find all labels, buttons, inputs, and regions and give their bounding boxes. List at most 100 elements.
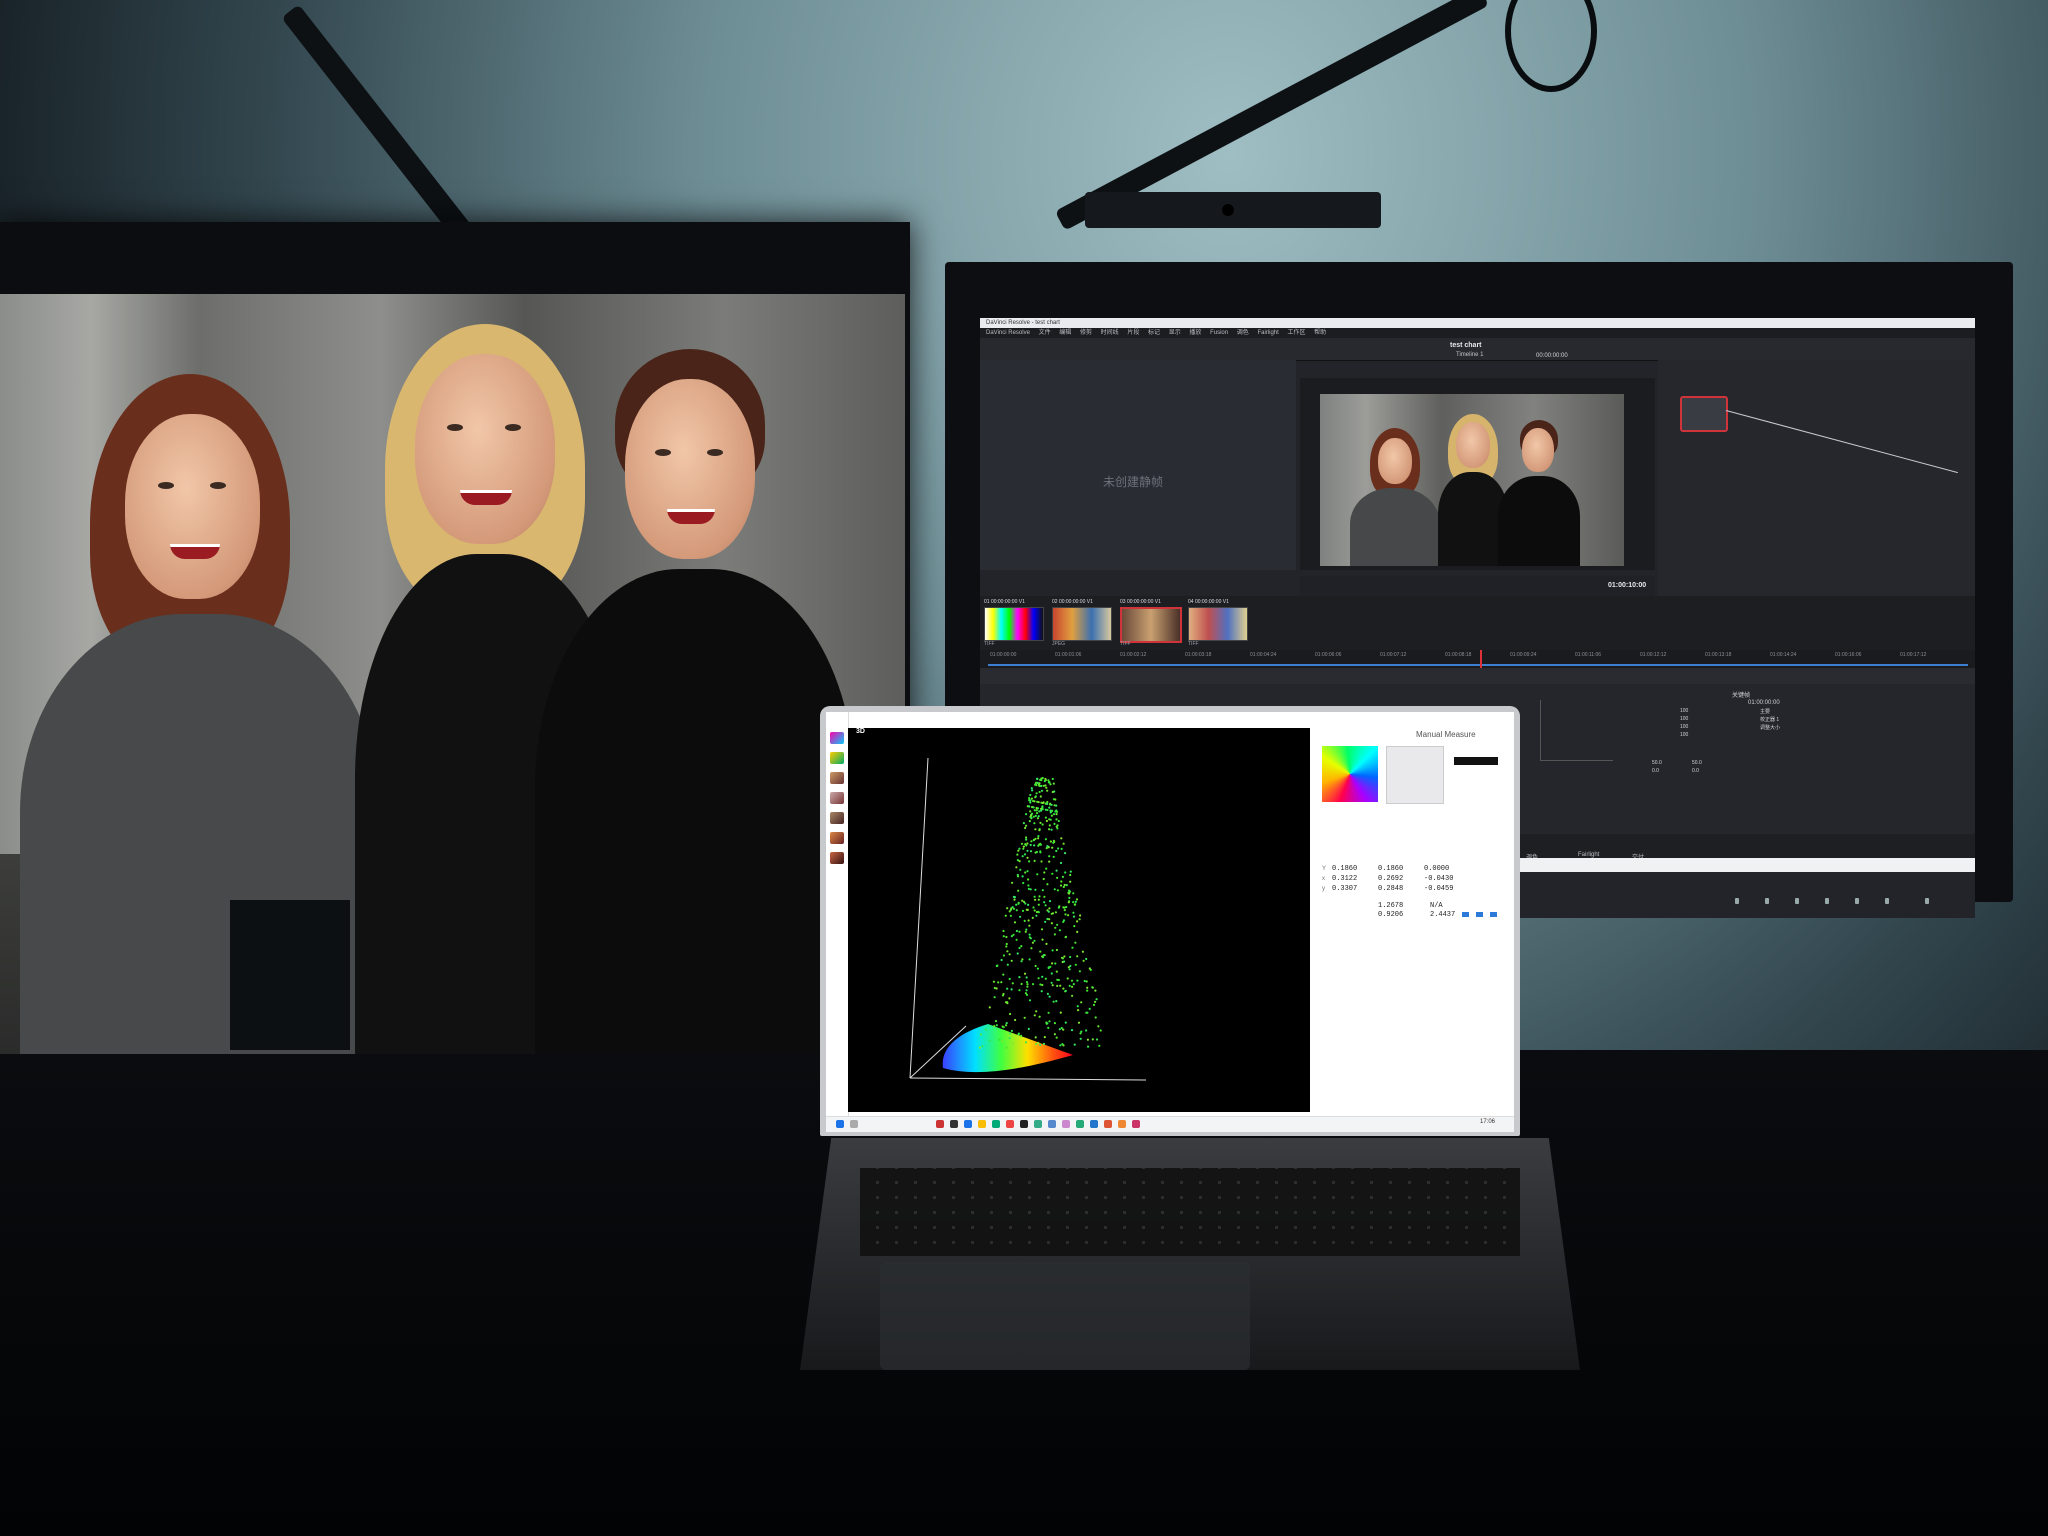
monitor-button[interactable] bbox=[1885, 898, 1889, 904]
scatter-point bbox=[1046, 845, 1049, 848]
app-icon[interactable] bbox=[1034, 1120, 1042, 1128]
color-tool-bar[interactable] bbox=[980, 668, 1975, 684]
app-icon[interactable] bbox=[1020, 1120, 1028, 1128]
menu-item[interactable]: 显示 bbox=[1169, 330, 1181, 336]
menu-item[interactable]: 修剪 bbox=[1080, 330, 1092, 336]
scatter-point bbox=[1051, 809, 1054, 812]
scatter-point bbox=[1004, 914, 1007, 917]
menu-item[interactable]: Fairlight bbox=[1257, 330, 1278, 336]
scatter-point bbox=[1064, 1021, 1067, 1024]
clip-thumbnail[interactable] bbox=[1188, 607, 1248, 641]
measure-icon[interactable] bbox=[830, 792, 844, 804]
menu-item[interactable]: 片段 bbox=[1127, 330, 1139, 336]
monitor-button[interactable] bbox=[1925, 898, 1929, 904]
laptop-trackpad[interactable] bbox=[880, 1262, 1250, 1370]
scatter-point bbox=[1008, 1032, 1012, 1035]
keyframe-item[interactable]: 主要 bbox=[1760, 708, 1770, 715]
scatter-point bbox=[1050, 803, 1053, 806]
scatter-point bbox=[1042, 877, 1045, 881]
clip-thumbnail[interactable] bbox=[984, 607, 1044, 641]
ruler-tick: 01:00:00:00 bbox=[990, 652, 1017, 658]
menu-item[interactable]: Fusion bbox=[1210, 330, 1228, 336]
clip-format: TIFF bbox=[1120, 641, 1131, 647]
clip-thumbnail[interactable] bbox=[1052, 607, 1112, 641]
scatter-point bbox=[1025, 844, 1028, 847]
scatter-point bbox=[1032, 815, 1035, 818]
menu-item[interactable]: 文件 bbox=[1039, 330, 1051, 336]
scatter-point bbox=[1015, 866, 1018, 869]
color-node[interactable] bbox=[1680, 396, 1728, 432]
menu-item[interactable]: 时间线 bbox=[1101, 330, 1119, 336]
keyframe-item[interactable]: 调整大小 bbox=[1760, 724, 1780, 731]
scatter-point bbox=[1044, 838, 1047, 841]
timeline-ruler[interactable]: 01:00:00:00 01:00:01:06 01:00:02:12 01:0… bbox=[980, 650, 1975, 662]
scatter-point bbox=[1047, 1011, 1050, 1014]
scatter-point bbox=[1063, 852, 1067, 855]
clip-thumbnail-selected[interactable] bbox=[1120, 607, 1182, 643]
app-icon[interactable] bbox=[1104, 1120, 1112, 1128]
monitor-button[interactable] bbox=[1765, 898, 1769, 904]
scatter-point bbox=[1026, 908, 1029, 911]
playhead[interactable] bbox=[1480, 650, 1482, 668]
app-icon[interactable] bbox=[1076, 1120, 1084, 1128]
transport-controls[interactable] bbox=[1300, 576, 1655, 596]
scatter-point bbox=[1051, 949, 1054, 952]
scatter-point bbox=[1057, 978, 1060, 982]
scatter-point bbox=[1063, 883, 1066, 887]
gamut-icon[interactable] bbox=[830, 732, 844, 744]
scatter-point bbox=[1031, 789, 1034, 792]
triangle-icon[interactable] bbox=[830, 752, 844, 764]
menu-item[interactable]: 播放 bbox=[1189, 330, 1201, 336]
scatter-point bbox=[1052, 855, 1055, 858]
search-icon[interactable] bbox=[850, 1120, 858, 1128]
app-icon[interactable] bbox=[992, 1120, 1000, 1128]
scatter-point bbox=[1059, 1011, 1062, 1014]
timeline-selector[interactable]: Timeline 1 bbox=[1456, 352, 1483, 358]
monitor-button[interactable] bbox=[1855, 898, 1859, 904]
scatter-point bbox=[1056, 824, 1059, 827]
control-button[interactable] bbox=[1490, 912, 1497, 917]
patch-preview bbox=[1454, 757, 1498, 765]
app-icon[interactable] bbox=[950, 1120, 958, 1128]
keyframe-item[interactable]: 校正器 1 bbox=[1760, 716, 1779, 723]
clip-format: TIFF bbox=[1188, 641, 1199, 647]
menu-item[interactable]: 帮助 bbox=[1314, 330, 1326, 336]
start-icon[interactable] bbox=[836, 1120, 844, 1128]
face bbox=[625, 379, 755, 559]
scatter-point bbox=[1037, 835, 1040, 838]
monitor-button[interactable] bbox=[1735, 898, 1739, 904]
app-icon[interactable] bbox=[1118, 1120, 1126, 1128]
app-icon[interactable] bbox=[1048, 1120, 1056, 1128]
app-icon[interactable] bbox=[936, 1120, 944, 1128]
menu-item[interactable]: DaVinci Resolve bbox=[986, 330, 1030, 336]
app-icon[interactable] bbox=[978, 1120, 986, 1128]
monitor-button[interactable] bbox=[1825, 898, 1829, 904]
scatter-point bbox=[1018, 989, 1021, 992]
control-button[interactable] bbox=[1476, 912, 1483, 917]
black-lace-top bbox=[535, 569, 855, 1054]
menu-item[interactable]: 编辑 bbox=[1059, 330, 1071, 336]
graph-icon[interactable] bbox=[830, 812, 844, 824]
curve-graph[interactable] bbox=[1540, 700, 1613, 761]
windows-taskbar bbox=[826, 1116, 1514, 1132]
app-icon[interactable] bbox=[1090, 1120, 1098, 1128]
scatter-point bbox=[1030, 947, 1033, 950]
scatter-point bbox=[1021, 899, 1024, 902]
scatter-point bbox=[1086, 989, 1089, 992]
curve-icon[interactable] bbox=[830, 772, 844, 784]
menu-item[interactable]: 工作区 bbox=[1287, 330, 1305, 336]
app-icon[interactable] bbox=[1132, 1120, 1140, 1128]
cie-3d-plot[interactable] bbox=[848, 728, 1310, 1112]
wave-icon[interactable] bbox=[830, 832, 844, 844]
menu-item[interactable]: 标记 bbox=[1148, 330, 1160, 336]
monitor-button[interactable] bbox=[1795, 898, 1799, 904]
app-icon[interactable] bbox=[964, 1120, 972, 1128]
scatter-point bbox=[1036, 873, 1039, 876]
control-button[interactable] bbox=[1462, 912, 1469, 917]
app-icon[interactable] bbox=[1062, 1120, 1070, 1128]
app-icon[interactable] bbox=[1006, 1120, 1014, 1128]
menu-item[interactable]: 调色 bbox=[1237, 330, 1249, 336]
spectrum-icon[interactable] bbox=[830, 852, 844, 864]
scatter-point bbox=[1034, 964, 1037, 968]
scatter-point bbox=[1036, 967, 1039, 970]
